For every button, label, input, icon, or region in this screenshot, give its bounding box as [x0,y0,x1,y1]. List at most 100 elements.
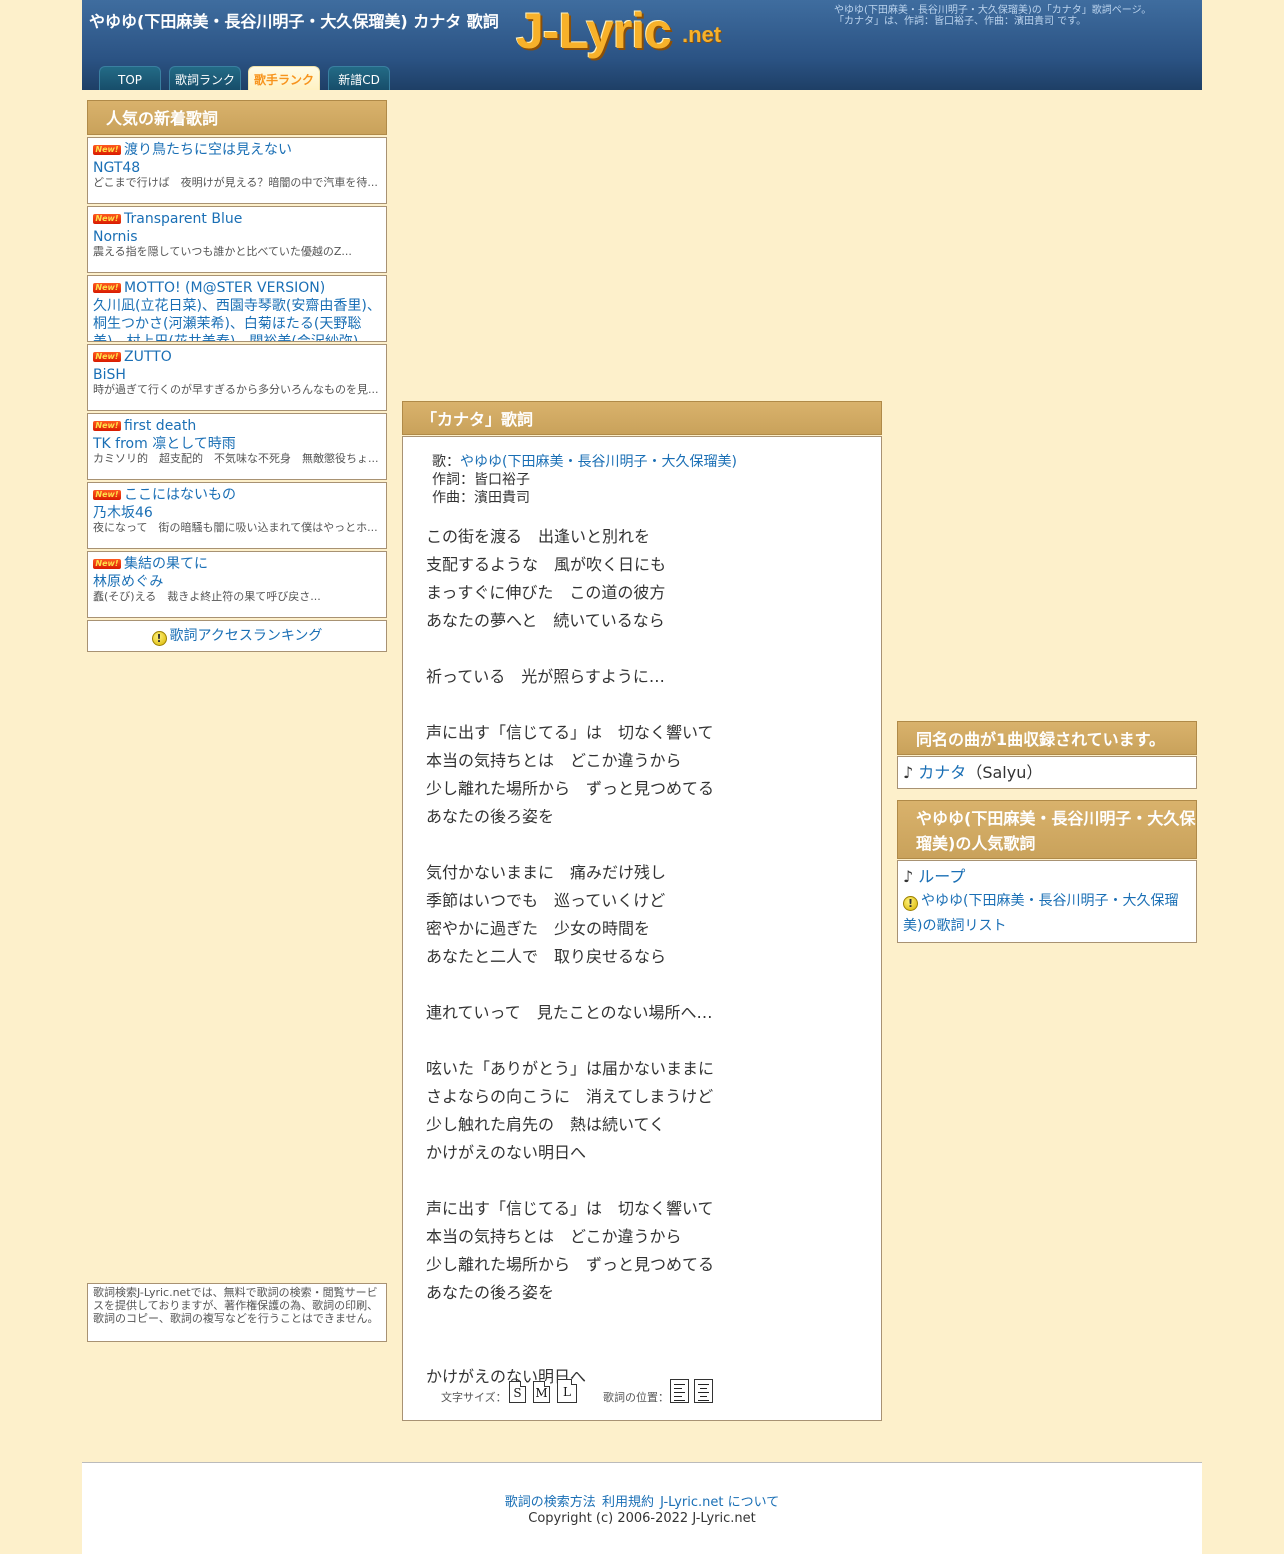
new-lyric-item[interactable]: New! Transparent Blue Nornis 震える指を隠していつも誰… [87,206,387,273]
lyric-line: あなたと二人で 取り戻せるなら [426,947,667,966]
lyric-line: 本当の気持ちとは どこか違うから [426,751,682,770]
same-title-artist: （Salyu） [966,763,1043,782]
artist-link[interactable]: 久川凪(立花日菜)、西園寺琴歌(安齋由香里)、桐生つかさ(河瀬茉希)、白菊ほたる… [93,297,381,341]
song-title-link[interactable]: MOTTO! (M@STER VERSION) [124,280,325,296]
lyric-line [426,831,714,859]
tab-new-cd[interactable]: 新譜CD [328,66,390,90]
lyric-snippet: 蠢(そび)える 裁きよ終止符の果て呼び戻さ... [93,590,321,603]
font-size-label: 文字サイズ： [441,1391,507,1404]
lyric-line [426,971,714,999]
access-ranking-link[interactable]: 歌詞アクセスランキング [170,628,323,644]
song-title-link[interactable]: ZUTTO [124,349,172,365]
exclamation-icon: ! [903,896,918,911]
logo-main-text: J-Lyric [516,3,672,59]
footer-link-terms[interactable]: 利用規約 [602,1495,654,1510]
logo-suffix-text: .net [682,22,722,47]
lyric-line: かけがえのない明日へ [426,1143,587,1162]
font-size-medium-button[interactable]: M [533,1381,550,1403]
lyric-line [426,1335,714,1363]
lyric-line [426,1027,714,1055]
artist-link[interactable]: BiSH [93,366,381,384]
singer-label: 歌： [432,454,460,470]
new-lyric-item[interactable]: New! ここにはないもの 乃木坂46 夜になって 街の暗騒も闇に吸い込まれて僕は… [87,482,387,549]
tab-top[interactable]: TOP [99,66,161,90]
artist-link[interactable]: 乃木坂46 [93,504,381,522]
new-lyric-item[interactable]: New! ZUTTO BiSH 時が過ぎて行くのが早すぎるから多分いろんなものを見… [87,344,387,411]
footer-link-about[interactable]: J-Lyric.net について [660,1495,779,1510]
new-badge: New! [93,352,121,362]
artist-lyric-list-link[interactable]: やゆゆ(下田麻美・長谷川明子・大久保瑠美)の歌詞リスト [903,893,1178,934]
song-title-link[interactable]: Transparent Blue [124,211,242,227]
site-footer: 歌詞の検索方法 利用規約 J-Lyric.net について Copyright … [82,1462,1202,1554]
lyric-line: まっすぐに伸びた この道の彼方 [426,583,666,602]
new-badge: New! [93,490,121,500]
lyric-line: あなたの後ろ姿を [426,807,555,826]
lyric-line [426,691,714,719]
lyric-line: 声に出す「信じてる」は 切なく響いて [426,723,714,742]
copyright-text: Copyright (c) 2006-2022 J-Lyric.net [528,1511,756,1526]
artist-link[interactable]: 林原めぐみ [93,573,381,591]
lyric-snippet: 夜になって 街の暗騒も闇に吸い込まれて僕はやっとホ... [93,521,378,534]
lyric-line: 少し離れた場所から ずっと見つめてる [426,1255,715,1274]
font-size-large-button[interactable]: L [557,1379,577,1403]
font-size-small-button[interactable]: S [509,1381,526,1403]
lyric-line [426,1167,714,1195]
popular-song-item[interactable]: ♪ ループ [903,865,1191,889]
new-lyrics-heading: 人気の新着歌詞 [87,100,387,135]
new-badge: New! [93,145,121,155]
exclamation-icon: ! [151,631,167,646]
site-logo[interactable]: J-Lyric .net [516,2,736,60]
lyric-line: 連れていって 見たことのない場所へ… [426,1003,713,1022]
new-lyric-item[interactable]: New! 集結の果てに 林原めぐみ 蠢(そび)える 裁きよ終止符の果て呼び戻さ..… [87,551,387,618]
lyric-snippet: カミソリ的 超支配的 不気味な不死身 無敵懲役ちょ... [93,452,379,465]
tab-lyric-ranking[interactable]: 歌詞ランク [169,66,241,90]
lyric-line: 気付かないままに 痛みだけ残し [426,863,667,882]
artist-link[interactable]: Nornis [93,228,381,246]
song-title-link[interactable]: first death [124,418,196,434]
lyric-line: 少し離れた場所から ずっと見つめてる [426,779,715,798]
artist-link[interactable]: NGT48 [93,159,381,177]
page-title: やゆゆ(下田麻美・長谷川明子・大久保瑠美) カナタ 歌詞 [89,12,499,31]
footer-link-search-help[interactable]: 歌詞の検索方法 [505,1495,596,1510]
lyric-heading: 「カナタ」歌詞 [402,401,882,435]
ranking-link-box[interactable]: ! 歌詞アクセスランキング [87,620,387,652]
tab-artist-ranking[interactable]: 歌手ランク [248,66,320,90]
lyric-line: 少し触れた肩先の 熱は続いてく [426,1115,666,1134]
song-title-link[interactable]: 集結の果てに [124,556,208,572]
song-title-link[interactable]: 渡り鳥たちに空は見えない [124,142,292,158]
lyric-snippet: 時が過ぎて行くのが早すぎるから多分いろんなものを見... [93,383,379,396]
new-lyric-item[interactable]: New! 渡り鳥たちに空は見えない NGT48 どこまで行けば 夜明けが見える？暗… [87,137,387,204]
align-left-icon[interactable] [670,1379,689,1403]
artist-list-item[interactable]: ! やゆゆ(下田麻美・長谷川明子・大久保瑠美)の歌詞リスト [903,889,1191,939]
footer-links: 歌詞の検索方法 利用規約 J-Lyric.net について [82,1491,1202,1510]
music-note-icon: ♪ [903,867,919,886]
popular-song-link[interactable]: ループ [918,867,965,886]
lyric-snippet: 震える指を隠していつも誰かと比べていた優越のZ... [93,245,352,258]
new-badge: New! [93,214,121,224]
same-title-song-link[interactable]: カナタ [918,763,966,782]
lyric-line: 呟いた「ありがとう」は届かないままに [426,1059,715,1078]
lyric-panel: 歌：やゆゆ(下田麻美・長谷川明子・大久保瑠美) 作詞：皆口裕子 作曲：濱田貴司 … [402,436,882,1421]
song-title-link[interactable]: ここにはないもの [124,487,236,503]
artist-link[interactable]: TK from 凛として時雨 [93,435,381,453]
lyric-body: この街を渡る 出逢いと別れを 支配するような 風が吹く日にも まっすぐに伸びた この… [426,523,714,1391]
lyric-line: 声に出す「信じてる」は 切なく響いて [426,1199,714,1218]
new-badge: New! [93,421,121,431]
new-badge: New! [93,283,121,293]
header-description-line: やゆゆ(下田麻美・長谷川明子・大久保瑠美)の「カナタ」歌詞ページ。 [834,5,1152,16]
lyric-line: さよならの向こうに 消えてしまうけど [426,1087,714,1106]
lyric-line: 本当の気持ちとは どこか違うから [426,1227,682,1246]
align-center-icon[interactable] [694,1379,713,1403]
same-title-heading: 同名の曲が1曲収録されています。 [897,721,1197,755]
new-lyric-item[interactable]: New! first death TK from 凛として時雨 カミソリ的 超支配… [87,413,387,480]
lyric-line: 祈っている 光が照らすように… [426,667,665,686]
popular-lyrics-heading: やゆゆ(下田麻美・長谷川明子・大久保瑠美)の人気歌詞 [897,800,1197,859]
music-note-icon: ♪ [903,763,919,782]
lyric-snippet: どこまで行けば 夜明けが見える？暗闇の中で汽車を待... [93,176,378,189]
lyric-line: 季節はいつでも 巡っていくけど [426,891,666,910]
lyric-line: 密やかに過ぎた 少女の時間を [426,919,651,938]
same-title-list: ♪ カナタ（Salyu） [897,756,1197,789]
singer-link[interactable]: やゆゆ(下田麻美・長谷川明子・大久保瑠美) [460,454,737,470]
lyric-line: あなたの夢へと 続いているなら [426,611,665,630]
new-lyric-item[interactable]: New! MOTTO! (M@STER VERSION) 久川凪(立花日菜)、西園… [87,275,387,342]
